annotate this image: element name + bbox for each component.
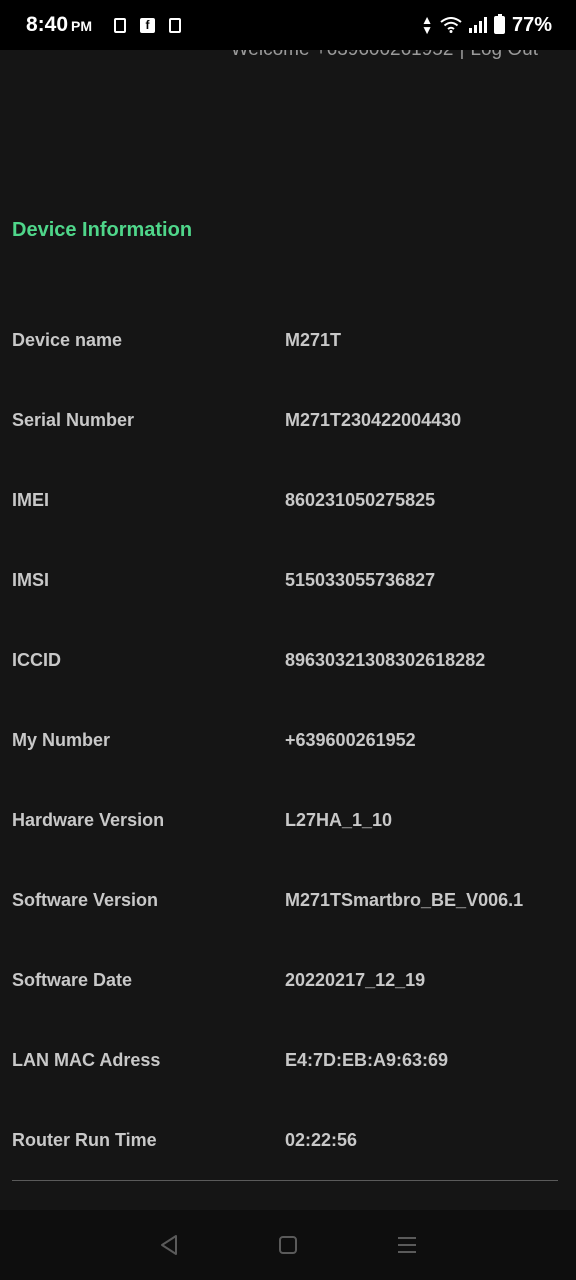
info-row-lan-mac: LAN MAC Adress E4:7D:EB:A9:63:69	[0, 1020, 576, 1100]
info-label: ICCID	[12, 649, 61, 670]
info-row-hardware-version: Hardware Version L27HA_1_10	[0, 780, 576, 860]
info-value: L27HA_1_10	[285, 809, 393, 830]
info-row-serial-number: Serial Number M271T230422004430	[0, 380, 576, 460]
back-button[interactable]	[149, 1225, 189, 1265]
back-triangle-icon	[161, 1235, 178, 1255]
wifi-icon	[440, 17, 462, 33]
navigation-bar	[0, 1210, 576, 1280]
info-value: 20220217_12_19	[285, 969, 426, 990]
page: Welcome +639600261952 | Log Out 8:40PM f…	[0, 0, 576, 1280]
info-row-imei: IMEI 860231050275825	[0, 460, 576, 540]
info-value: M271T	[285, 329, 342, 350]
info-row-imsi: IMSI 515033055736827	[0, 540, 576, 620]
info-label: Router Run Time	[12, 1129, 157, 1150]
recents-menu-icon	[397, 1237, 416, 1253]
info-value: 860231050275825	[285, 489, 436, 510]
signal-icon	[468, 17, 487, 33]
home-square-icon	[278, 1236, 297, 1254]
sim-icon	[114, 17, 127, 33]
info-row-device-name: Device name M271T	[0, 300, 576, 380]
info-label: My Number	[12, 729, 111, 750]
info-value: M271TSmartbro_BE_V006.1	[285, 889, 524, 910]
info-label: Serial Number	[12, 409, 135, 430]
info-label: Software Date	[12, 969, 133, 990]
battery-icon	[493, 14, 505, 34]
info-label: IMEI	[12, 489, 50, 510]
data-arrows-icon: ▲ ▼	[421, 13, 433, 37]
status-ampm: PM	[71, 18, 93, 34]
status-time: 8:40 PM	[26, 13, 92, 37]
info-label: IMSI	[12, 569, 50, 590]
info-value: 89630321308302618282	[285, 649, 486, 670]
info-label: Software Version	[12, 889, 159, 910]
info-row-software-date: Software Date 20220217_12_19	[0, 940, 576, 1020]
info-label: Hardware Version	[12, 809, 165, 830]
info-label: LAN MAC Adress	[12, 1049, 161, 1070]
info-value: 02:22:56	[285, 1129, 358, 1150]
notification-icons: f	[114, 17, 182, 33]
info-value: E4:7D:EB:A9:63:69	[285, 1049, 449, 1070]
status-time-value: 8:40	[26, 13, 69, 36]
info-row-router-run-time: Router Run Time 02:22:56	[0, 1100, 576, 1180]
info-value: M271T230422004430	[285, 409, 462, 430]
status-right: ▲ ▼ 77%	[421, 14, 552, 37]
recents-button[interactable]	[387, 1225, 427, 1265]
info-row-software-version: Software Version M271TSmartbro_BE_V006.1	[0, 860, 576, 940]
info-value: +639600261952	[285, 729, 416, 750]
info-value: 515033055736827	[285, 569, 436, 590]
home-button[interactable]	[268, 1225, 308, 1265]
battery-percent: 77%	[511, 13, 552, 36]
device-info-list: Device name M271T Serial Number M271T230…	[0, 300, 576, 1180]
divider	[12, 1180, 558, 1181]
info-label: Device name	[12, 329, 123, 350]
info-row-my-number: My Number +639600261952	[0, 700, 576, 780]
facebook-icon: f	[140, 17, 156, 33]
nfc-icon	[169, 17, 182, 33]
info-row-iccid: ICCID 89630321308302618282	[0, 620, 576, 700]
status-bar: 8:40 PM f ▲ ▼ 77%	[0, 0, 576, 50]
section-title: Device Information	[12, 219, 193, 241]
